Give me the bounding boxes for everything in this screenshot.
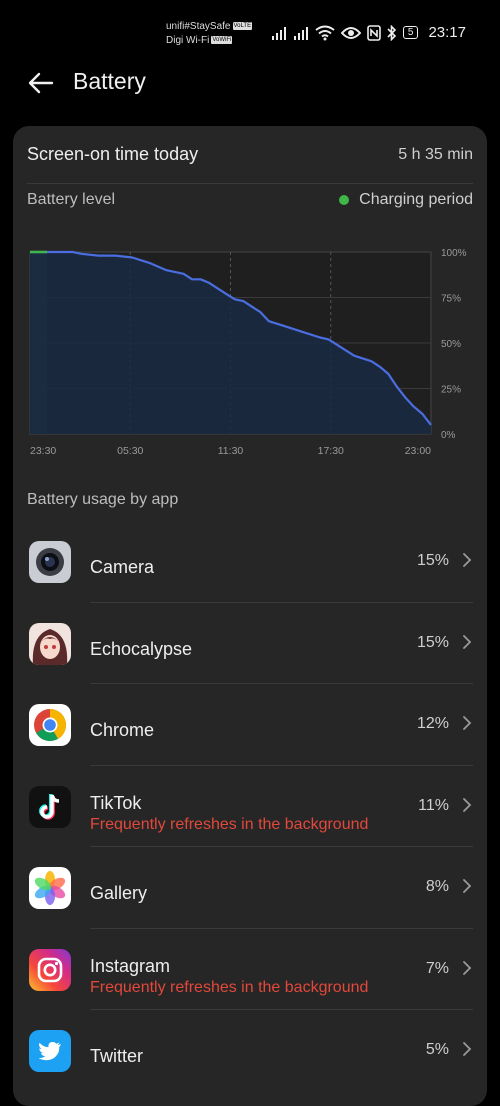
battery-level-label: Battery level	[27, 191, 116, 208]
echocalypse-icon	[29, 622, 71, 665]
y-tick-label: 25%	[441, 385, 461, 396]
app-name: Gallery	[90, 883, 148, 903]
app-usage-percent: 5%	[425, 1041, 449, 1058]
bluetooth-icon	[387, 24, 397, 41]
vowifi-badge: VoWiFi	[211, 36, 233, 45]
chevron-right-icon	[463, 797, 472, 812]
battery-card: Screen-on time today 5 h 35 min Battery …	[13, 126, 487, 1106]
app-usage-percent: 11%	[418, 796, 449, 814]
app-usage-percent: 12%	[416, 715, 449, 732]
chevron-right-icon	[463, 716, 472, 730]
chevron-right-icon	[463, 634, 472, 649]
twitter-icon	[29, 1030, 71, 1072]
app-usage-item-twitter[interactable]: Twitter 5%	[13, 1010, 487, 1092]
app-usage-item-chrome[interactable]: Chrome 12%	[13, 684, 487, 766]
carrier-info: unifi#StaySafe VoLTE Digi Wi-Fi VoWiFi	[166, 20, 253, 48]
app-usage-percent: 15%	[416, 633, 449, 651]
camera-icon	[29, 541, 71, 583]
y-tick-label: 100%	[441, 248, 467, 259]
status-bar: unifi#StaySafe VoLTE Digi Wi-Fi VoWiFi 5 2…	[0, 0, 500, 60]
screen-on-row: Screen-on time today 5 h 35 min	[27, 144, 473, 165]
app-name: Twitter	[90, 1046, 144, 1066]
y-tick-label: 50%	[441, 339, 461, 350]
battery-level-row: Battery level Charging period	[27, 191, 473, 209]
y-tick-label: 0%	[441, 430, 456, 441]
app-usage-percent: 7%	[425, 959, 449, 977]
screen-on-label: Screen-on time today	[27, 144, 199, 164]
charging-legend: Charging period	[339, 191, 473, 209]
app-usage-percent: 15%	[416, 552, 449, 569]
gallery-icon	[29, 867, 71, 909]
x-tick-label: 05:30	[117, 445, 143, 457]
signal-icon	[293, 26, 308, 40]
app-name: Chrome	[90, 720, 155, 740]
battery-level-chart: 100% 75% 50% 25% 0% 23:30 05:30 11:30 17:30 23:00	[29, 248, 467, 457]
app-usage-item-instagram[interactable]: Instagram Frequently refreshes in the bac…	[13, 929, 487, 1010]
carrier-name-2: Digi Wi-Fi	[166, 35, 210, 46]
x-tick-label: 11:30	[218, 445, 244, 457]
y-tick-label: 75%	[441, 294, 461, 305]
clock: 23:17	[428, 24, 466, 41]
app-name: Echocalypse	[90, 638, 193, 659]
battery-indicator: 5	[402, 26, 419, 39]
signal-icon	[271, 26, 286, 40]
app-name: Instagram	[90, 955, 171, 976]
tiktok-icon	[29, 785, 71, 828]
app-usage-item-camera[interactable]: Camera 15%	[13, 521, 487, 603]
background-refresh-warning: Frequently refreshes in the background	[90, 815, 369, 833]
volte-badge: VoLTE	[232, 22, 253, 31]
x-tick-label: 23:30	[30, 445, 56, 457]
instagram-icon	[29, 948, 71, 991]
back-arrow-icon[interactable]	[26, 68, 56, 98]
app-usage-percent: 8%	[425, 878, 449, 895]
background-refresh-warning: Frequently refreshes in the background	[90, 978, 369, 996]
app-name: TikTok	[90, 792, 142, 813]
x-tick-label: 17:30	[318, 445, 344, 457]
app-usage-item-echocalypse[interactable]: Echocalypse 15%	[13, 603, 487, 684]
page-title: Battery	[73, 68, 146, 94]
chevron-right-icon	[463, 553, 472, 567]
carrier-name-1: unifi#StaySafe	[166, 21, 231, 32]
charging-legend-dot	[339, 195, 350, 205]
x-tick-label: 23:00	[405, 445, 431, 457]
chevron-right-icon	[463, 1042, 472, 1056]
app-usage-list: Camera 15% Echocalypse 15% Chrome 12% TikTok Fr…	[13, 521, 487, 1092]
eye-icon	[340, 26, 361, 39]
chevron-right-icon	[463, 879, 472, 893]
chevron-right-icon	[463, 960, 472, 975]
app-usage-item-gallery[interactable]: Gallery 8%	[13, 847, 487, 929]
nfc-icon	[367, 24, 381, 41]
charging-legend-label: Charging period	[359, 191, 473, 208]
app-name: Camera	[90, 557, 155, 577]
app-usage-item-tiktok[interactable]: TikTok Frequently refreshes in the backgr…	[13, 766, 487, 847]
chrome-icon	[29, 704, 71, 746]
usage-section-title: Battery usage by app	[27, 491, 179, 508]
divider	[27, 183, 473, 184]
status-icons: 5 23:17	[271, 24, 466, 41]
app-header: Battery	[0, 60, 500, 110]
screen-on-value: 5 h 35 min	[398, 146, 473, 163]
wifi-icon	[315, 25, 335, 40]
